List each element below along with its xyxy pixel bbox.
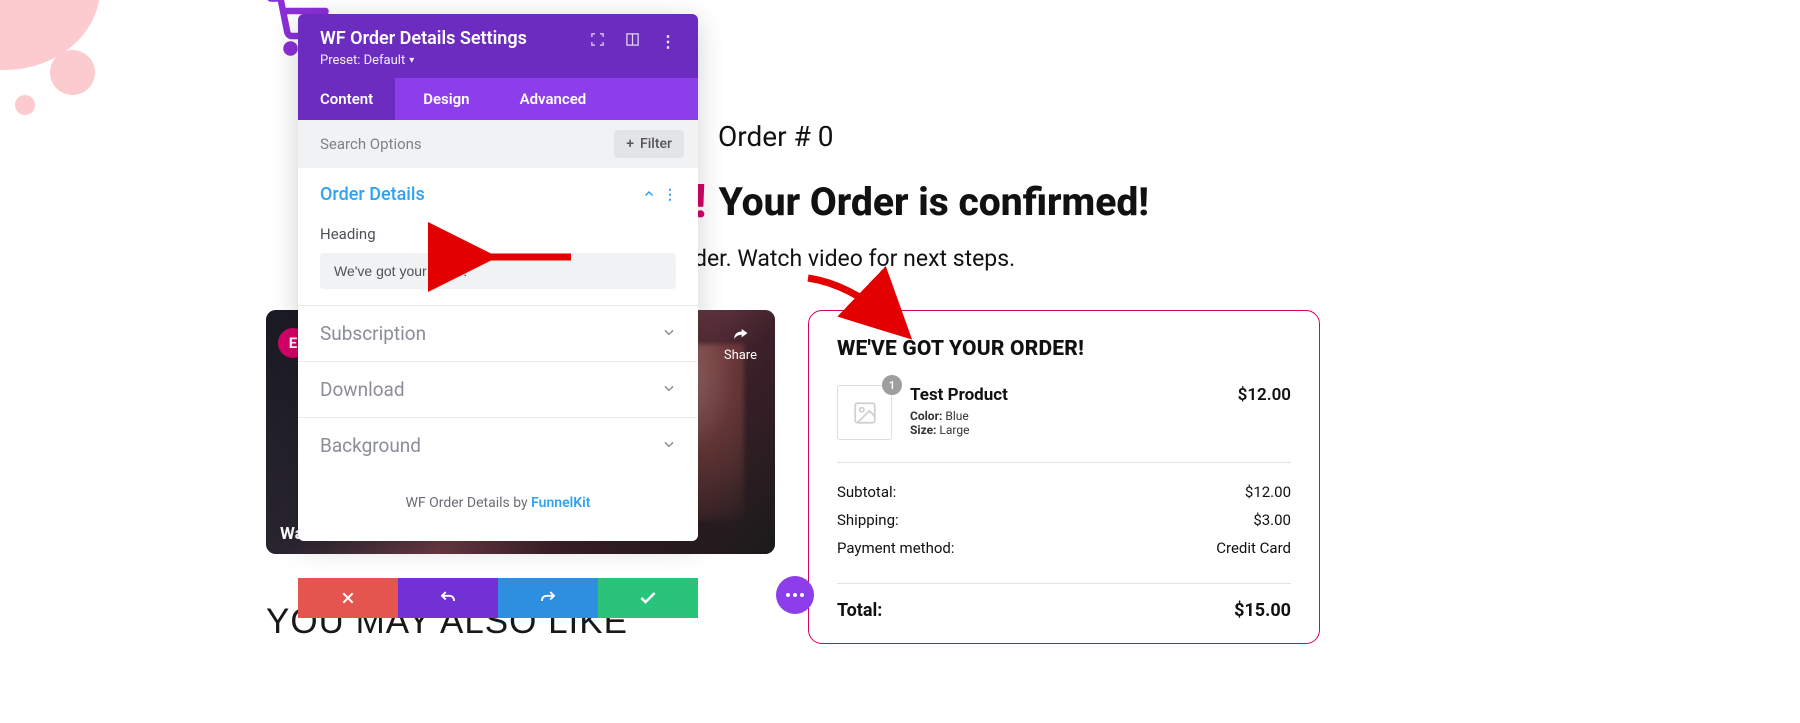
chevron-up-icon xyxy=(643,185,655,204)
section-toggle-background[interactable]: Background xyxy=(320,418,676,473)
chevron-down-icon xyxy=(662,324,676,343)
section-menu-icon[interactable]: ⋮ xyxy=(663,187,676,203)
section-background: Background xyxy=(298,418,698,473)
total-value: $15.00 xyxy=(1234,600,1291,621)
share-label: Share xyxy=(724,348,757,363)
preset-dropdown[interactable]: Preset: Default▾ xyxy=(320,53,527,68)
product-color: Color: Blue xyxy=(910,409,1238,423)
action-bar xyxy=(298,578,698,618)
kebab-menu-icon[interactable]: ⋮ xyxy=(660,32,676,51)
funnelkit-link[interactable]: FunnelKit xyxy=(531,495,590,511)
shipping-value: $3.00 xyxy=(1253,511,1291,529)
fullscreen-icon[interactable] xyxy=(590,32,605,51)
decorative-blobs xyxy=(0,0,180,160)
undo-button[interactable] xyxy=(398,578,498,618)
search-row: Search Options + Filter xyxy=(298,120,698,168)
share-button[interactable]: Share xyxy=(724,324,757,363)
qty-badge: 1 xyxy=(882,375,902,395)
payment-value: Credit Card xyxy=(1216,539,1291,557)
product-name: Test Product xyxy=(910,385,1238,405)
annotation-arrow-2 xyxy=(800,270,920,354)
payment-label: Payment method: xyxy=(837,539,954,557)
search-options[interactable]: Search Options xyxy=(320,135,422,153)
order-card: WE'VE GOT YOUR ORDER! 1 Test Product Col… xyxy=(808,310,1320,644)
ellipsis-icon xyxy=(786,593,804,597)
subtotal-label: Subtotal: xyxy=(837,483,896,501)
shipping-label: Shipping: xyxy=(837,511,899,529)
heading-label: Heading xyxy=(320,225,676,243)
page-preview: Order # 0 ! Your Order is confirmed! der… xyxy=(694,120,1149,272)
filter-button[interactable]: + Filter xyxy=(614,130,684,158)
order-number: Order # 0 xyxy=(718,120,1149,153)
total-label: Total: xyxy=(837,600,882,621)
close-button[interactable] xyxy=(298,578,398,618)
settings-panel: WF Order Details Settings Preset: Defaul… xyxy=(298,14,698,541)
section-subscription: Subscription xyxy=(298,306,698,362)
subtotal-value: $12.00 xyxy=(1245,483,1291,501)
product-size: Size: Large xyxy=(910,423,1238,437)
chevron-down-icon xyxy=(662,436,676,455)
product-price: $12.00 xyxy=(1238,385,1291,405)
section-download: Download xyxy=(298,362,698,418)
section-order-details: Order Details ⋮ Heading xyxy=(298,168,698,306)
tabs: Content Design Advanced xyxy=(298,78,698,120)
redo-button[interactable] xyxy=(498,578,598,618)
total-row: Total: $15.00 xyxy=(837,600,1291,621)
section-toggle-download[interactable]: Download xyxy=(320,362,676,417)
section-toggle-order-details[interactable]: Order Details ⋮ xyxy=(320,168,676,221)
product-row: 1 Test Product Color: Blue Size: Large $… xyxy=(837,385,1291,463)
tab-content[interactable]: Content xyxy=(298,78,395,120)
annotation-arrow-1 xyxy=(476,242,576,276)
panel-header: WF Order Details Settings Preset: Defaul… xyxy=(298,14,698,78)
attribution: WF Order Details by FunnelKit xyxy=(298,473,698,541)
plus-icon: + xyxy=(626,136,634,152)
more-fab[interactable] xyxy=(776,576,814,614)
layout-icon[interactable] xyxy=(625,32,640,51)
confirm-heading: ! Your Order is confirmed! xyxy=(694,179,1149,225)
section-toggle-subscription[interactable]: Subscription xyxy=(320,306,676,361)
tab-design[interactable]: Design xyxy=(401,78,491,120)
product-thumb xyxy=(837,385,892,440)
save-button[interactable] xyxy=(598,578,698,618)
order-summary: Subtotal: $12.00 Shipping: $3.00 Payment m… xyxy=(837,483,1291,584)
subtext: der. Watch video for next steps. xyxy=(694,245,1149,272)
tab-advanced[interactable]: Advanced xyxy=(498,78,609,120)
panel-title: WF Order Details Settings xyxy=(320,28,527,49)
chevron-down-icon xyxy=(662,380,676,399)
